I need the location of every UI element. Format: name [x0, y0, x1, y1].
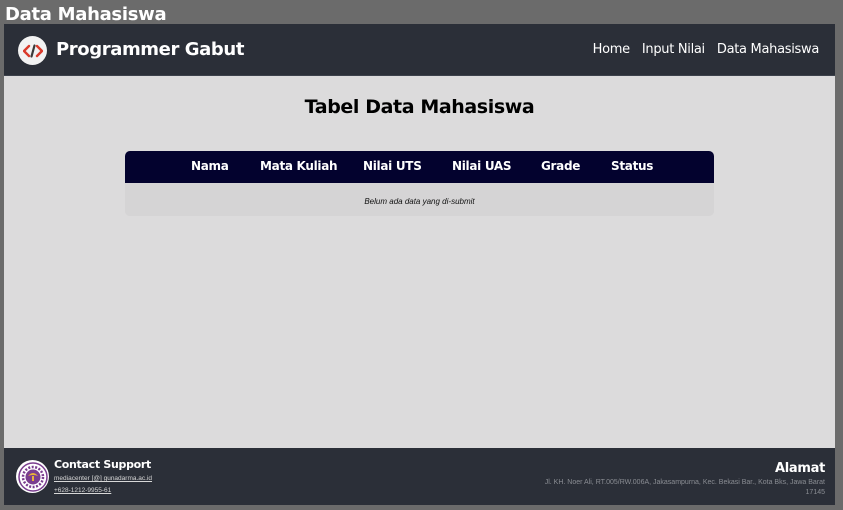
contact-email-link[interactable]: mediacenter [@] gunadarma.ac.id	[54, 475, 152, 482]
column-header-nilai-uts: Nilai UTS	[363, 159, 422, 173]
page-title: Tabel Data Mahasiswa	[304, 96, 535, 118]
column-header-mata-kuliah: Mata Kuliah	[260, 159, 338, 173]
window-title: Data Mahasiswa	[5, 4, 167, 25]
nav-link-home[interactable]: Home	[593, 42, 631, 57]
contact-phone-link[interactable]: +628-1212-9955-61	[54, 487, 111, 494]
footer: Contact Support mediacenter [@] gunadarm…	[4, 448, 835, 505]
contact-support-title: Contact Support	[54, 458, 151, 471]
browser-viewport: Programmer Gabut Home Input Nilai Data M…	[4, 24, 835, 505]
table-header: Nama Mata Kuliah Nilai UTS Nilai UAS Gra…	[125, 151, 714, 183]
address-title: Alamat	[774, 461, 825, 476]
column-header-nama: Nama	[191, 159, 229, 173]
student-data-table: Nama Mata Kuliah Nilai UTS Nilai UAS Gra…	[125, 151, 714, 216]
navbar: Programmer Gabut Home Input Nilai Data M…	[4, 24, 835, 76]
column-header-nilai-uas: Nilai UAS	[452, 159, 512, 173]
column-header-status: Status	[611, 159, 654, 173]
nav-links: Home Input Nilai Data Mahasiswa	[593, 42, 820, 57]
address-text: Jl. KH. Noer Ali, RT.005/RW.006A, Jakasa…	[544, 479, 825, 496]
brand-name[interactable]: Programmer Gabut	[56, 39, 244, 60]
nav-link-data-mahasiswa[interactable]: Data Mahasiswa	[717, 42, 819, 57]
nav-link-input-nilai[interactable]: Input Nilai	[642, 42, 705, 57]
column-header-grade: Grade	[541, 159, 581, 173]
table-empty-message: Belum ada data yang di-submit	[125, 183, 714, 216]
university-seal-icon	[16, 460, 49, 493]
code-icon[interactable]	[18, 36, 47, 65]
